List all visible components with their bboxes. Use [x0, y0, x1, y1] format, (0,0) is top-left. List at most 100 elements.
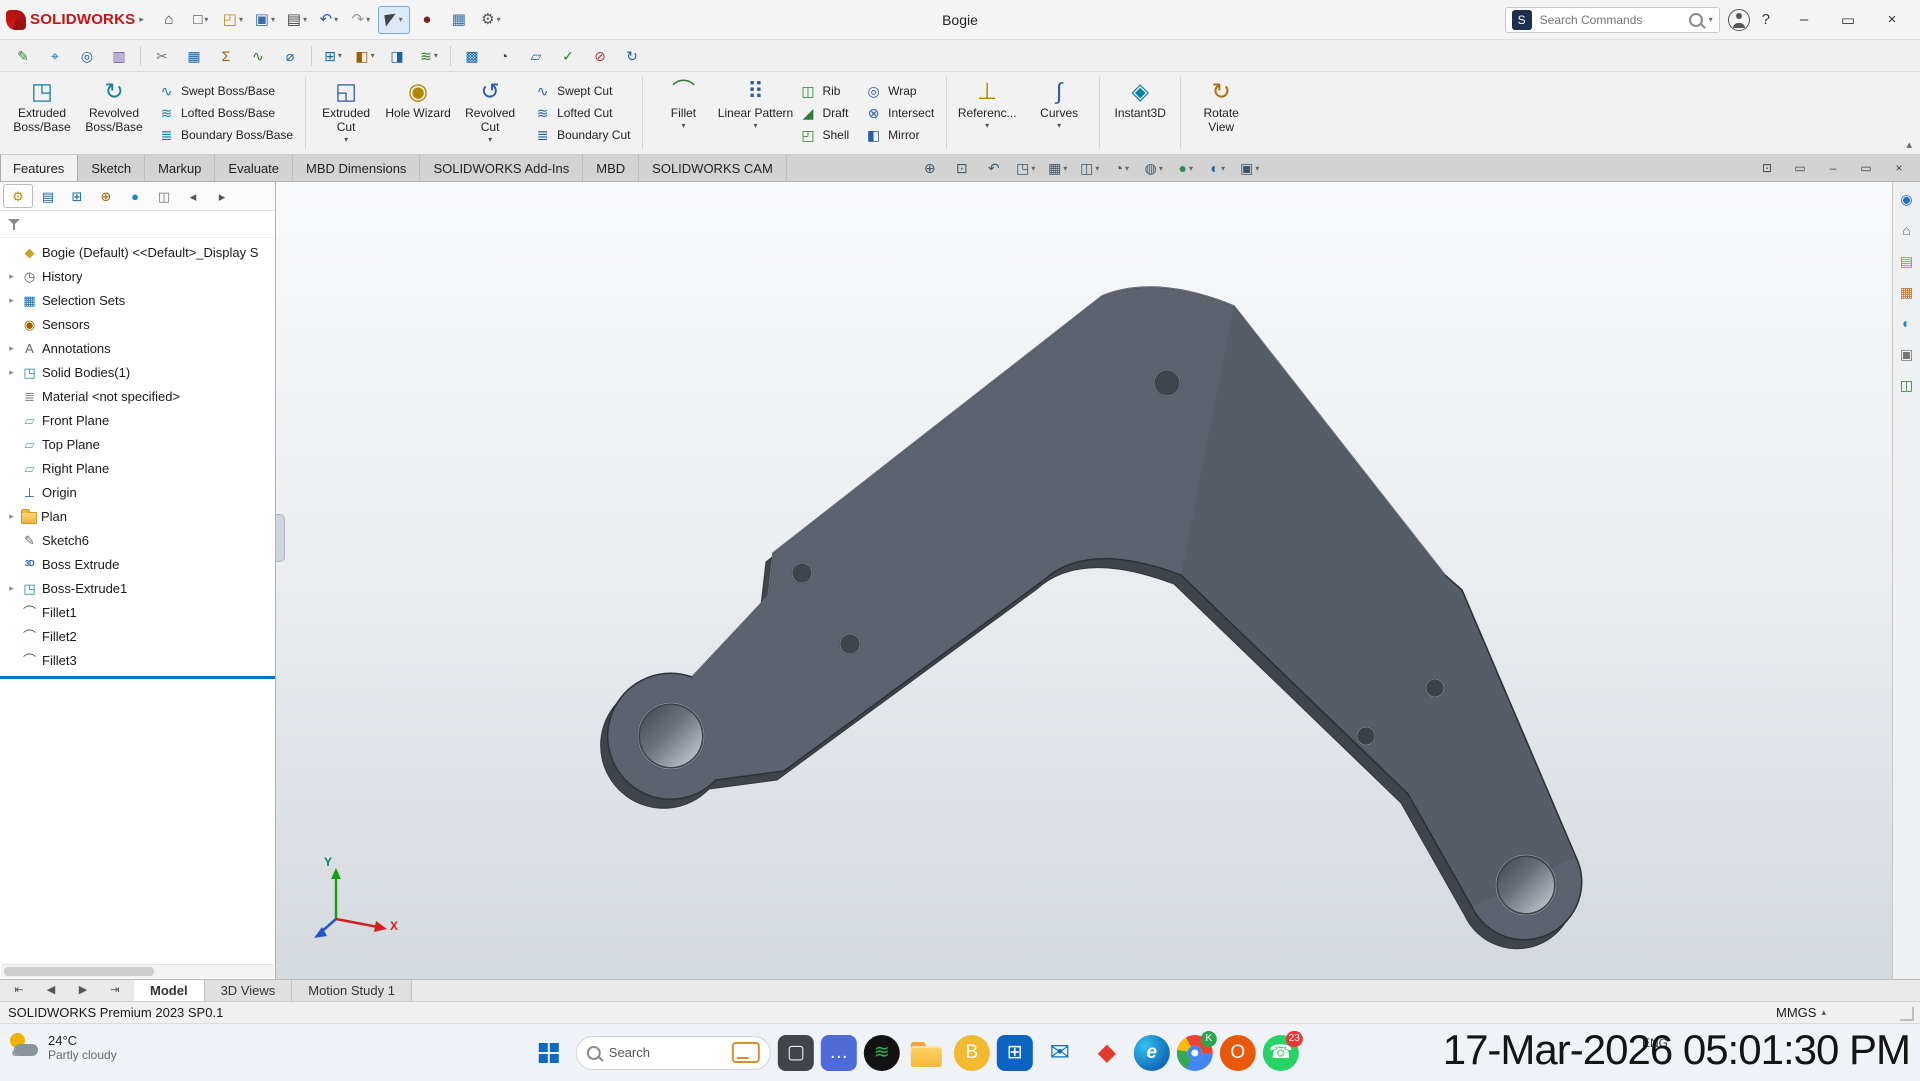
- tree-item-fillet3[interactable]: ▸ ⌒ Fillet3: [0, 648, 275, 672]
- appearances-scenes-icon[interactable]: ◐: [1896, 312, 1918, 334]
- tree-item-fillet1[interactable]: ▸ ⌒ Fillet1: [0, 600, 275, 624]
- dropdown-arrow-icon[interactable]: ▾: [434, 51, 438, 60]
- close-window-button[interactable]: ×: [1870, 0, 1914, 40]
- wrap-button[interactable]: ◎ Wrap: [865, 82, 934, 101]
- dropdown-arrow-icon[interactable]: ▾: [366, 15, 370, 24]
- minimize-document-icon[interactable]: –: [1818, 158, 1848, 178]
- close-document-icon[interactable]: ×: [1884, 158, 1914, 178]
- tree-item-boss-extrude[interactable]: ▸ 3D Boss Extrude: [0, 552, 275, 576]
- cam-tree-tab-icon[interactable]: ◫: [150, 185, 178, 207]
- tree-item-fillet2[interactable]: ▸ ⌒ Fillet2: [0, 624, 275, 648]
- dropdown-arrow-icon[interactable]: ▾: [1057, 121, 1061, 130]
- save-icon[interactable]: ▣ ▾: [250, 7, 280, 33]
- spline-tool-icon[interactable]: ∿: [243, 44, 273, 68]
- lofted-cut-button[interactable]: ≋ Lofted Cut: [534, 104, 630, 123]
- plane-tool-icon[interactable]: ▱: [521, 44, 551, 68]
- redo-icon[interactable]: ↷ ▾: [346, 7, 376, 33]
- table-tool-icon[interactable]: ▥: [104, 44, 134, 68]
- section-tool-icon[interactable]: ◧ ▾: [350, 44, 380, 68]
- rotate-view-button[interactable]: ↻ Rotate View: [1185, 74, 1257, 152]
- microsoft-store-icon[interactable]: ⊞: [997, 1035, 1033, 1071]
- tab-features[interactable]: Features: [0, 155, 78, 181]
- verification-icon[interactable]: ✓: [553, 44, 583, 68]
- hatch-tool-icon[interactable]: ▩: [457, 44, 487, 68]
- first-tab-arrow[interactable]: ⇤: [4, 982, 34, 1000]
- revolved-boss-base-button[interactable]: ↻ Revolved Boss/Base: [78, 74, 150, 152]
- previous-tab-arrow[interactable]: ◀: [36, 982, 66, 1000]
- tree-filter-input[interactable]: [26, 213, 268, 235]
- home-icon[interactable]: ⌂: [1896, 219, 1918, 241]
- dropdown-arrow-icon[interactable]: ▾: [681, 121, 685, 130]
- open-document-icon[interactable]: ◰ ▾: [218, 7, 248, 33]
- rotate-entities-icon[interactable]: ◔: [489, 44, 519, 68]
- mail-icon[interactable]: ✉: [1040, 1033, 1080, 1073]
- previous-view-icon[interactable]: ↶: [979, 157, 1009, 179]
- draft-button[interactable]: ◢ Draft: [799, 104, 849, 123]
- filter-icon[interactable]: [7, 217, 21, 231]
- tree-item-solid-bodies[interactable]: ▸ ◳ Solid Bodies(1): [0, 360, 275, 384]
- mirror-button[interactable]: ◧ Mirror: [865, 126, 934, 145]
- error-check-icon[interactable]: ⊘: [585, 44, 615, 68]
- solidworks-logo[interactable]: SOLIDWORKS ▸: [6, 10, 144, 30]
- trim-tool-icon[interactable]: ✂: [147, 44, 177, 68]
- tree-item-origin[interactable]: ▸ ⊥ Origin: [0, 480, 275, 504]
- command-search[interactable]: S ▾: [1505, 7, 1720, 33]
- dropdown-arrow-icon[interactable]: ▾: [303, 15, 307, 24]
- dropdown-arrow-icon[interactable]: ▾: [1159, 164, 1163, 173]
- fillet-button[interactable]: ⌒ Fillet ▾: [647, 74, 719, 152]
- large-bore-hole-left[interactable]: [640, 705, 702, 767]
- grid-tool-icon[interactable]: ⊞ ▾: [318, 44, 348, 68]
- featuremanager-tab-icon[interactable]: ⚙: [3, 184, 33, 208]
- undo-icon[interactable]: ↶ ▾: [314, 7, 344, 33]
- panel-horizontal-scrollbar[interactable]: [1, 964, 274, 978]
- dropdown-arrow-icon[interactable]: ▾: [488, 135, 492, 144]
- configurationmanager-tab-icon[interactable]: ⊞: [63, 185, 91, 207]
- next-tab-arrow[interactable]: ▶: [68, 982, 98, 1000]
- graphics-viewport[interactable]: Y X: [276, 182, 1892, 979]
- display-style-icon[interactable]: ◔ ▾: [1107, 157, 1137, 179]
- dimension-tool-icon[interactable]: ⌖: [40, 44, 70, 68]
- hide-show-items-icon[interactable]: ◍ ▾: [1139, 157, 1169, 179]
- search-input[interactable]: [1538, 12, 1683, 28]
- tab-mbd[interactable]: MBD: [583, 155, 639, 181]
- tree-item-sketch6[interactable]: ▸ ✎ Sketch6: [0, 528, 275, 552]
- tree-item-sensors[interactable]: ▸ ◉ Sensors: [0, 312, 275, 336]
- new-document-icon[interactable]: □ ▾: [186, 7, 216, 33]
- instant3d-button[interactable]: ◈ Instant3D: [1104, 74, 1176, 152]
- dropdown-arrow-icon[interactable]: ▾: [1031, 164, 1035, 173]
- help-button[interactable]: ?: [1758, 11, 1774, 28]
- tree-root-item[interactable]: ▸ ◆ Bogie (Default) <<Default>_Display S: [0, 240, 275, 264]
- chevron-right-icon[interactable]: ▸: [139, 14, 144, 25]
- dropdown-arrow-icon[interactable]: ▾: [1063, 164, 1067, 173]
- tab-mbd-dimensions[interactable]: MBD Dimensions: [293, 155, 420, 181]
- swept-boss-base-button[interactable]: ∿ Swept Boss/Base: [158, 82, 293, 101]
- shell-button[interactable]: ◰ Shell: [799, 126, 849, 145]
- dimxpertmanager-tab-icon[interactable]: ⊕: [92, 185, 120, 207]
- boundary-boss-base-button[interactable]: ≣ Boundary Boss/Base: [158, 126, 293, 145]
- restore-document-icon[interactable]: ▭: [1785, 158, 1815, 178]
- dropdown-arrow-icon[interactable]: ▾: [239, 15, 243, 24]
- tree-item-boss-extrude1[interactable]: ▸ ◳ Boss-Extrude1: [0, 576, 275, 600]
- scrollbar-thumb[interactable]: [4, 967, 154, 976]
- curves-button[interactable]: ∫ Curves ▾: [1023, 74, 1095, 152]
- twisty-icon[interactable]: ▸: [6, 583, 17, 594]
- weather-widget[interactable]: 24°C Partly cloudy: [8, 1032, 117, 1062]
- tab-solidworks-add-ins[interactable]: SOLIDWORKS Add-Ins: [420, 155, 583, 181]
- collapse-ribbon-icon[interactable]: ▴: [1906, 138, 1912, 151]
- chrome-icon[interactable]: K: [1177, 1035, 1213, 1071]
- edit-appearance-icon[interactable]: ● ▾: [1171, 157, 1201, 179]
- dropdown-arrow-icon[interactable]: ▾: [334, 15, 338, 24]
- twisty-icon[interactable]: ▸: [6, 271, 17, 282]
- dropdown-arrow-icon[interactable]: ▾: [399, 15, 403, 24]
- dropdown-arrow-icon[interactable]: ▾: [271, 15, 275, 24]
- select-cursor-icon[interactable]: ◤ ▾: [378, 6, 410, 34]
- dropdown-arrow-icon[interactable]: ▾: [985, 121, 989, 130]
- twisty-icon[interactable]: ▸: [6, 295, 17, 306]
- tree-item-annotations[interactable]: ▸ A Annotations: [0, 336, 275, 360]
- 3d-views-tab[interactable]: 3D Views: [205, 980, 293, 1001]
- tile-window-icon[interactable]: ⊡: [1752, 158, 1782, 178]
- reference-geometry-button[interactable]: ⊥ Referenc... ▾: [951, 74, 1023, 152]
- equations-icon[interactable]: Σ: [211, 44, 241, 68]
- boundary-cut-button[interactable]: ≣ Boundary Cut: [534, 126, 630, 145]
- tree-item-top-plane[interactable]: ▸ ▱ Top Plane: [0, 432, 275, 456]
